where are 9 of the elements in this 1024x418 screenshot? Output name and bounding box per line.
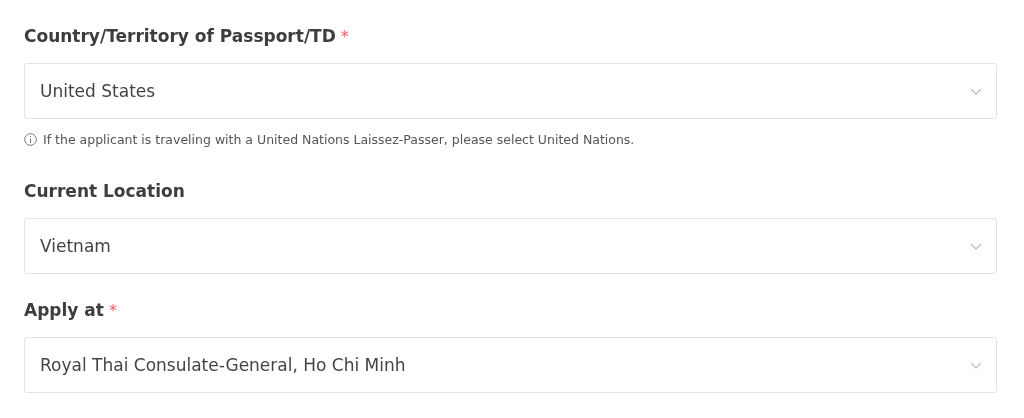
select-field[interactable]: Vietnam xyxy=(24,218,997,274)
field-label: Country/Territory of Passport/TD xyxy=(24,26,336,46)
field-label: Current Location xyxy=(24,181,185,201)
select-field[interactable]: United States xyxy=(24,63,997,119)
select-field[interactable]: Royal Thai Consulate-General, Ho Chi Minh xyxy=(24,337,997,393)
hint-text: If the applicant is traveling with a United Nations Laissez-Passer, please select United Nations. xyxy=(43,131,635,147)
required-mark: * xyxy=(340,27,349,46)
required-mark: * xyxy=(108,301,117,320)
field-label: Apply at xyxy=(24,300,104,320)
